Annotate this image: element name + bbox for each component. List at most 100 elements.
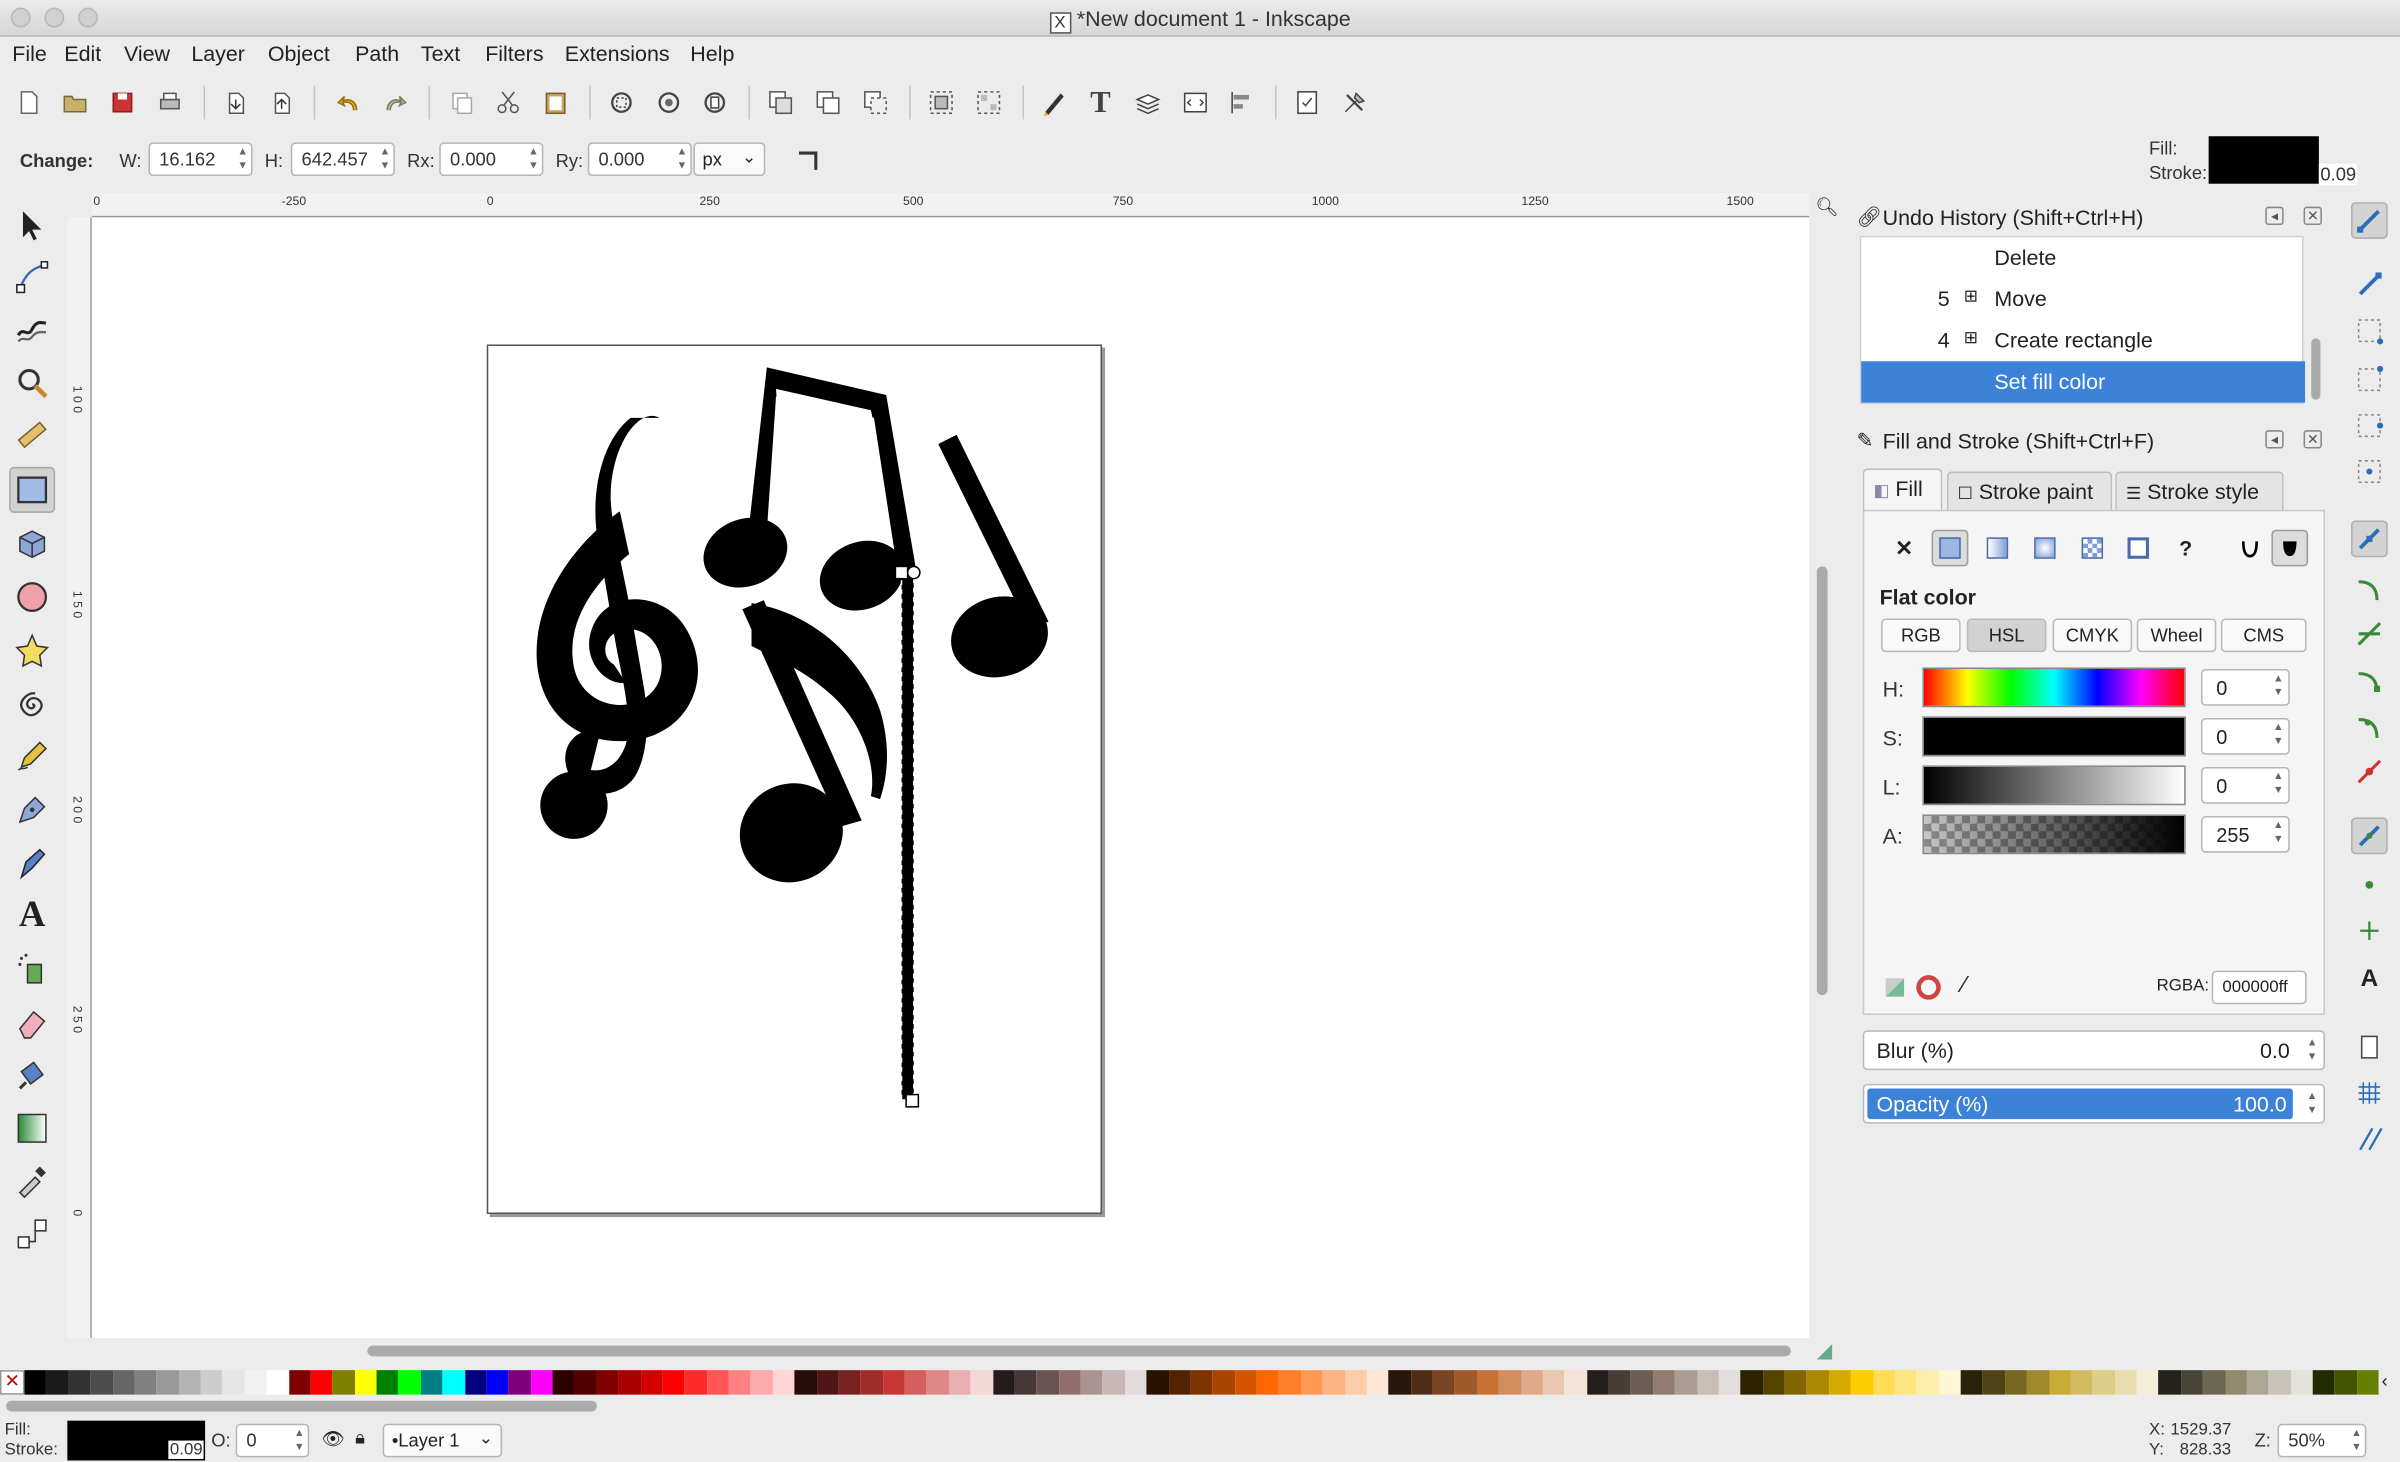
palette-swatch[interactable] [2070,1370,2093,1395]
palette-swatch[interactable] [112,1370,135,1395]
palette-swatch[interactable] [68,1370,91,1395]
palette-swatch[interactable] [662,1370,685,1395]
palette-swatch[interactable] [1520,1370,1543,1395]
palette-swatch[interactable] [552,1370,575,1395]
expand-icon[interactable]: ⊞ [1964,286,1978,306]
drawing-canvas[interactable] [91,217,1810,1339]
mode-hsl[interactable]: HSL [1966,618,2047,653]
palette-swatch[interactable] [2048,1370,2071,1395]
palette-swatch[interactable] [2290,1370,2313,1395]
text-tool-icon[interactable]: A [9,893,55,939]
saturation-slider[interactable] [1922,716,2186,757]
palette-scrollbar[interactable] [0,1398,2400,1413]
make-corners-sharp-icon[interactable] [793,144,824,175]
palette-swatch[interactable] [816,1370,839,1395]
opacity-slider[interactable]: Opacity (%) 100.0 ▲ ▼ [1862,1083,2325,1124]
opacity-input[interactable]: 0 ▲ ▼ [235,1423,310,1458]
palette-swatch[interactable] [156,1370,179,1395]
star-tool-icon[interactable] [9,628,55,674]
snap-rotation-center-icon[interactable] [2351,912,2388,949]
palette-swatch[interactable] [1674,1370,1697,1395]
save-icon[interactable] [107,87,138,118]
menu-text[interactable]: Text [421,41,460,65]
radial-gradient-icon[interactable] [2027,530,2064,567]
palette-swatch[interactable] [398,1370,421,1395]
mode-cmyk[interactable]: CMYK [2052,618,2133,653]
document-properties-icon[interactable] [1292,87,1323,118]
palette-swatch[interactable] [90,1370,113,1395]
palette-swatch[interactable] [1344,1370,1367,1395]
palette-swatch[interactable] [1300,1370,1323,1395]
hue-slider[interactable] [1922,667,2186,708]
palette-swatch[interactable] [684,1370,707,1395]
height-stepper[interactable]: ▲ ▼ [380,145,391,173]
tweak-tool-icon[interactable] [9,306,55,352]
palette-swatch[interactable] [1586,1370,1609,1395]
iconify-panel-button[interactable]: ◂ [2265,206,2284,226]
hue-input[interactable]: 0 ▲ ▼ [2201,669,2290,706]
group-icon[interactable] [926,87,957,118]
saturation-stepper[interactable]: ▲ ▼ [2273,721,2284,749]
spray-tool-icon[interactable] [9,946,55,992]
palette-swatch[interactable] [486,1370,509,1395]
snap-nodes-icon[interactable] [2351,520,2388,558]
layers-dialog-icon[interactable] [1133,87,1164,118]
palette-swatch[interactable] [332,1370,355,1395]
palette-swatch[interactable] [2180,1370,2203,1395]
zoom-selection-icon[interactable] [606,87,637,118]
palette-swatch[interactable] [2246,1370,2269,1395]
color-managed-icon[interactable] [1883,975,1907,999]
palette-swatch[interactable] [1850,1370,1873,1395]
opacity-stepper[interactable]: ▲ ▼ [294,1427,305,1455]
palette-swatch[interactable] [1256,1370,1279,1395]
palette-swatch[interactable] [1432,1370,1455,1395]
copy-icon[interactable] [447,87,478,118]
ellipse-tool-icon[interactable] [9,574,55,620]
snap-text-baseline-icon[interactable]: A [2351,961,2388,998]
palette-swatch[interactable] [178,1370,201,1395]
palette-swatch[interactable] [2202,1370,2225,1395]
vertical-scrollbar[interactable] [1810,217,1836,1339]
palette-swatch[interactable] [200,1370,223,1395]
saturation-input[interactable]: 0 ▲ ▼ [2201,717,2290,755]
palette-swatch[interactable] [1960,1370,1983,1395]
no-paint-swatch[interactable]: ✕ [0,1370,25,1395]
horizontal-scrollbar[interactable] [91,1338,1810,1363]
palette-swatch[interactable] [1102,1370,1125,1395]
mode-wheel[interactable]: Wheel [2136,618,2217,653]
snap-toggle-icon[interactable] [2351,202,2388,239]
close-panel-button[interactable]: ✕ [2303,206,2322,226]
palette-swatch[interactable] [2334,1370,2357,1395]
snap-grids-icon[interactable] [2351,1075,2388,1112]
cut-icon[interactable] [493,87,524,118]
palette-swatch[interactable] [1608,1370,1631,1395]
rgba-input[interactable]: 000000ff [2211,970,2307,1005]
palette-swatch[interactable] [2158,1370,2181,1395]
history-row[interactable]: Delete [1861,237,2305,278]
eye-icon[interactable]: 👁︎ [321,1428,344,1449]
palette-swatch[interactable] [134,1370,157,1395]
palette-swatch[interactable] [1982,1370,2005,1395]
unlink-clone-icon[interactable] [860,87,891,118]
palette-swatch[interactable] [1916,1370,1939,1395]
fill-indicator-swatch[interactable] [2208,136,2319,184]
tab-stroke-style[interactable]: ☰ Stroke style [2115,471,2284,512]
palette-swatch[interactable] [1498,1370,1521,1395]
snap-bbox-center-icon[interactable] [2351,453,2388,490]
lock-icon[interactable]: 🔒︎ [355,1427,365,1450]
undo-icon[interactable] [334,87,365,118]
snap-midpoints-icon[interactable] [2351,753,2388,790]
palette-swatch[interactable] [1168,1370,1191,1395]
palette-swatch[interactable] [750,1370,773,1395]
import-icon[interactable] [220,87,251,118]
fill-stroke-dialog-icon[interactable] [1039,87,1070,118]
palette-swatch[interactable] [574,1370,597,1395]
snap-bbox-midpoints-icon[interactable] [2351,407,2388,444]
palette-swatch[interactable] [354,1370,377,1395]
palette-swatch[interactable] [1190,1370,1213,1395]
rx-stepper[interactable]: ▲ ▼ [528,145,539,173]
measure-tool-icon[interactable] [9,412,55,458]
snap-cusp-nodes-icon[interactable] [2351,661,2388,698]
color-palette[interactable] [24,1370,2379,1395]
paint-bucket-tool-icon[interactable] [9,1052,55,1098]
